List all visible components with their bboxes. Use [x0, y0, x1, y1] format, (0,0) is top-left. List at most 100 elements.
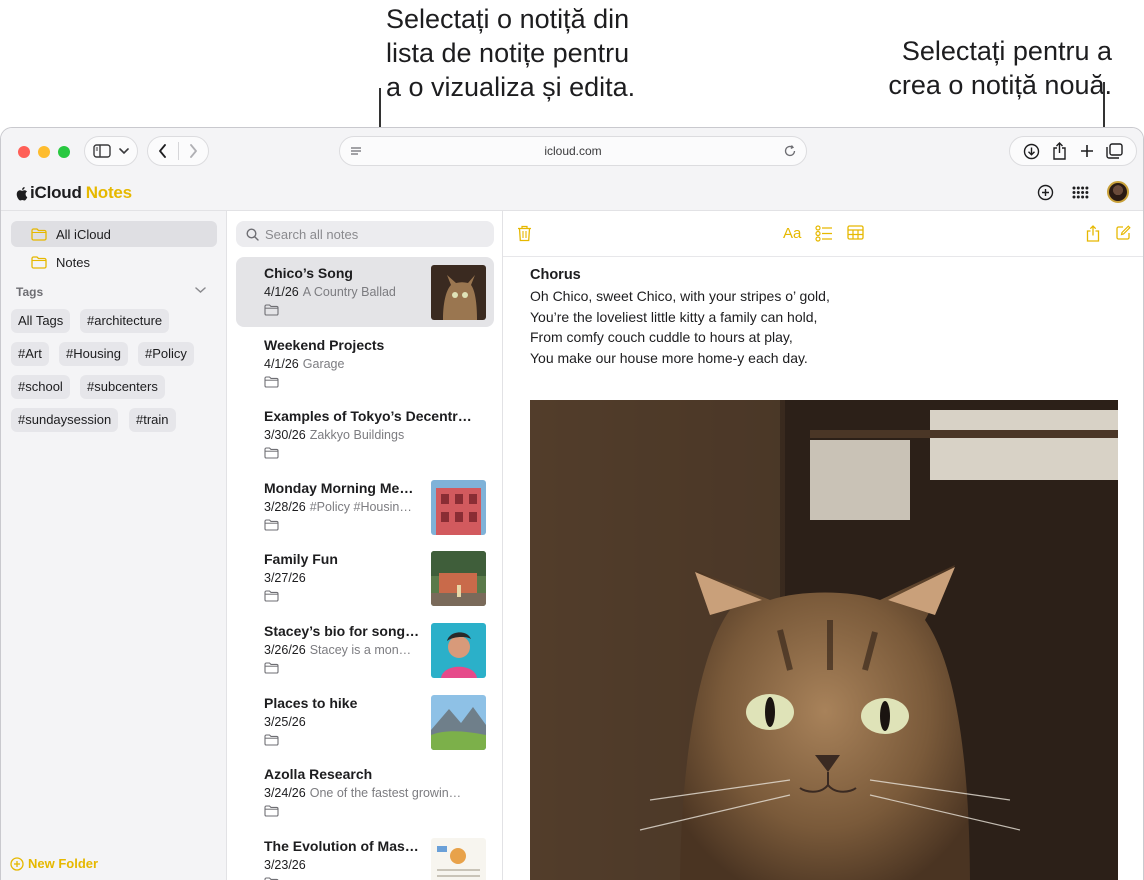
new-tab-icon[interactable]	[1080, 144, 1094, 158]
tag-policy[interactable]: #Policy	[138, 342, 194, 366]
folder-icon	[264, 734, 279, 746]
app-grid-icon[interactable]	[1072, 186, 1089, 199]
note-list-item[interactable]: Stacey’s bio for song… 3/26/26 Stacey is a…	[236, 615, 494, 685]
compose-icon[interactable]	[1116, 225, 1131, 240]
note-title: Places to hike	[264, 694, 358, 711]
callout-line-2: crea o notiță nouă.	[888, 70, 1112, 100]
note-title: Examples of Tokyo’s Decentr…	[264, 408, 472, 425]
sidebar-item-all-icloud[interactable]: All iCloud	[11, 221, 217, 247]
note-list-item[interactable]: Examples of Tokyo’s Decentr… 3/30/26 Zakky…	[236, 400, 494, 470]
tag-school[interactable]: #school	[11, 375, 70, 399]
tag-sundaysession[interactable]: #sundaysession	[11, 408, 119, 432]
forward-button[interactable]	[179, 137, 209, 165]
back-button[interactable]	[148, 137, 178, 165]
download-icon[interactable]	[1023, 143, 1040, 160]
callout-line-2: lista de notițe pentru	[386, 38, 630, 68]
note-date: 4/1/26	[264, 285, 299, 299]
note-list-item[interactable]: Azolla Research 3/24/26 One of the fastest…	[236, 758, 494, 828]
note-preview: #Policy #Housin…	[309, 499, 412, 514]
reader-icon[interactable]	[350, 144, 362, 158]
note-thumbnail	[431, 551, 486, 607]
note-preview: Zakkyo Buildings	[309, 428, 405, 443]
folder-icon	[264, 304, 279, 316]
note-date: 3/26/26	[264, 643, 306, 657]
reload-icon[interactable]	[783, 144, 797, 158]
note-meta: 4/1/26 A Country Ballad	[264, 285, 424, 299]
note-meta: 3/27/26	[264, 571, 424, 585]
note-list: Chico’s Song 4/1/26A Country Ballad Weeken…	[227, 211, 503, 880]
note-date: 3/23/26	[264, 857, 306, 872]
folder-icon	[264, 805, 279, 817]
chevron-down-icon[interactable]	[195, 286, 206, 294]
tag-train[interactable]: #train	[129, 408, 176, 432]
note-meta: 3/24/26 One of the fastest growin…	[264, 786, 478, 800]
zoom-window-button[interactable]	[58, 146, 70, 158]
brand-icloud: iCloud	[30, 183, 82, 202]
browser-window: icloud.com iCloud Notes All iCloud Notes…	[0, 127, 1144, 880]
tag-housing[interactable]: #Housing	[59, 342, 128, 366]
note-list-item[interactable]: Chico’s Song 4/1/26 A Country Ballad	[236, 257, 494, 327]
avatar[interactable]	[1107, 181, 1129, 203]
table-icon[interactable]	[847, 225, 864, 240]
note-list-item[interactable]: Places to hike 3/25/26	[236, 687, 494, 757]
close-window-button[interactable]	[18, 146, 30, 158]
navigation-buttons	[147, 136, 209, 166]
note-list-item[interactable]: Family Fun 3/27/26	[236, 543, 494, 613]
note-thumbnail	[431, 694, 486, 750]
note-meta: 3/30/26 Zakkyo Buildings	[264, 428, 478, 442]
note-list-item[interactable]: Weekend Projects 4/1/26 Garage	[236, 329, 494, 399]
share-icon[interactable]	[1086, 225, 1100, 242]
note-body[interactable]: Chorus Oh Chico, sweet Chico, with your …	[530, 265, 1120, 369]
note-date: 3/27/26	[264, 571, 306, 586]
search-input[interactable]	[265, 226, 485, 242]
tag-architecture[interactable]: #architecture	[80, 309, 170, 333]
note-line: Oh Chico, sweet Chico, with your stripes…	[530, 287, 830, 304]
callout-line-1: Selectați o notiță din	[386, 4, 630, 34]
note-preview: Garage	[302, 356, 345, 371]
tag-art[interactable]: #Art	[11, 342, 49, 366]
callout-line-3: a o vizualiza și edita.	[386, 72, 636, 102]
cat-photo-illustration	[530, 400, 1118, 880]
tabs-overview-icon[interactable]	[1106, 143, 1124, 159]
share-icon[interactable]	[1052, 142, 1067, 160]
tag-subcenters[interactable]: #subcenters	[80, 375, 165, 399]
folder-icon	[264, 447, 279, 459]
note-meta: 3/23/26	[264, 858, 424, 872]
sidebar-toggle-button[interactable]	[84, 136, 138, 166]
note-title: The Evolution of Mas…	[264, 837, 419, 854]
url-text: icloud.com	[544, 144, 602, 158]
note-list-item[interactable]: Monday Morning Me… 3/28/26 #Policy #Housin…	[236, 472, 494, 542]
note-meta: 3/26/26 Stacey is a mon…	[264, 643, 424, 657]
callout-line-1: Selectați pentru a	[901, 36, 1112, 66]
search-icon	[246, 227, 259, 241]
folder-icon	[264, 376, 279, 388]
note-title: Monday Morning Me…	[264, 479, 414, 496]
app-brand[interactable]: iCloud Notes	[15, 183, 132, 203]
tag-all-tags[interactable]: All Tags	[11, 309, 71, 333]
sidebar-icon	[93, 144, 111, 158]
format-text-icon[interactable]: Aa	[783, 225, 801, 242]
add-icon[interactable]	[1037, 184, 1054, 201]
note-preview: One of the fastest growin…	[309, 786, 462, 801]
apple-logo-icon	[16, 186, 28, 200]
address-bar[interactable]: icloud.com	[339, 136, 807, 166]
new-folder-button[interactable]: New Folder	[10, 856, 98, 871]
note-thumbnail	[431, 265, 486, 320]
folders-sidebar: All iCloud Notes Tags All Tags #architec…	[1, 211, 227, 880]
sidebar-item-label: All iCloud	[56, 226, 111, 242]
trash-icon[interactable]	[517, 225, 532, 242]
note-date: 4/1/26	[264, 356, 299, 371]
note-heading: Chorus	[530, 267, 581, 283]
sidebar-item-notes[interactable]: Notes	[11, 249, 217, 275]
note-date: 3/24/26	[264, 786, 306, 801]
checklist-icon[interactable]	[815, 225, 833, 242]
minimize-window-button[interactable]	[38, 146, 50, 158]
folder-icon	[31, 255, 47, 269]
note-title: Chico’s Song	[264, 265, 353, 281]
app-header-actions	[1037, 181, 1129, 203]
note-date: 3/28/26	[264, 499, 306, 514]
note-thumbnail	[431, 479, 486, 535]
note-title: Stacey’s bio for song…	[264, 623, 420, 639]
note-list-item[interactable]: The Evolution of Mas… 3/23/26	[236, 830, 494, 880]
cat-photo[interactable]	[530, 400, 1118, 880]
